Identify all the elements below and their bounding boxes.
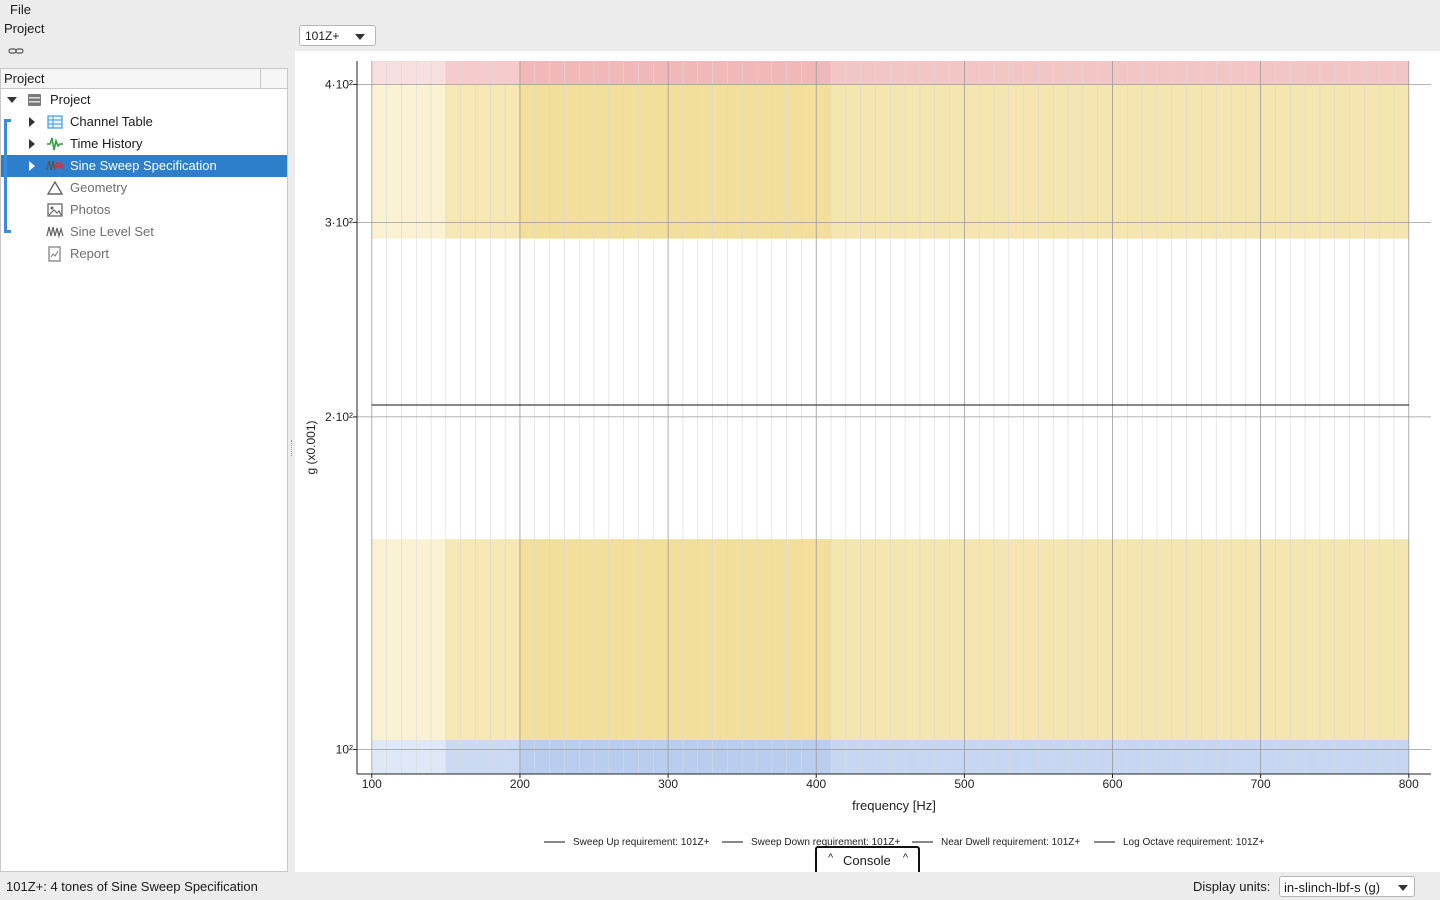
left-panel-title: Project bbox=[4, 21, 45, 36]
report-icon bbox=[46, 246, 64, 262]
tree-item-project[interactable]: Project bbox=[1, 89, 287, 111]
x-tick-label: 100 bbox=[362, 777, 382, 791]
table-icon bbox=[46, 114, 64, 130]
tolerance-band-lower-abort bbox=[831, 739, 1409, 774]
waveform-icon bbox=[46, 136, 64, 152]
x-tick-label: 500 bbox=[954, 777, 974, 791]
menu-bar: File bbox=[0, 0, 1440, 20]
project-icon bbox=[26, 92, 44, 108]
tree-item-sine-level-set[interactable]: Sine Level Set bbox=[1, 221, 287, 243]
plot-area[interactable]: 100 200 300 400 500 600 700 800 10² 2·10² 3·10² 4·1… bbox=[295, 51, 1440, 872]
tolerance-band-lower-abort bbox=[519, 739, 802, 774]
channel-dropdown[interactable]: 101Z+ bbox=[299, 25, 376, 46]
expand-right-icon[interactable] bbox=[29, 161, 35, 171]
tolerance-band-upper-abort bbox=[371, 61, 446, 85]
panel-splitter[interactable] bbox=[291, 440, 293, 456]
tree-item-label: Channel Table bbox=[70, 114, 153, 129]
tree-item-label: Geometry bbox=[70, 180, 128, 195]
tree-header: Project bbox=[1, 69, 287, 89]
x-tick-label: 300 bbox=[658, 777, 678, 791]
tree-item-time-history[interactable]: Time History bbox=[1, 133, 287, 155]
tolerance-band-lower-alarm bbox=[445, 539, 520, 740]
tolerance-band-lower-abort bbox=[445, 739, 520, 774]
tolerance-band-upper-abort bbox=[519, 61, 802, 85]
tree-item-label: Sine Sweep Specification bbox=[70, 158, 217, 173]
x-tick-label: 200 bbox=[510, 777, 530, 791]
tolerance-band-upper-alarm bbox=[519, 84, 802, 239]
display-units-label: Display units: bbox=[1193, 879, 1271, 894]
tolerance-band-lower-alarm bbox=[831, 539, 1409, 740]
tree-item-sine-sweep-specification[interactable]: Sine Sweep Specification bbox=[1, 155, 287, 177]
console-toggle-button[interactable]: ^ Console ^ bbox=[815, 846, 920, 872]
y-tick-label: 10² bbox=[336, 742, 353, 756]
tree-item-label: Sine Level Set bbox=[70, 224, 154, 239]
tree-item-label: Time History bbox=[70, 136, 143, 151]
column-separator[interactable] bbox=[260, 69, 261, 88]
status-text: 101Z+: 4 tones of Sine Sweep Specificati… bbox=[6, 879, 258, 894]
tree-item-report[interactable]: Report bbox=[1, 243, 287, 265]
y-tick-label: 3·10² bbox=[325, 215, 353, 229]
y-axis-label: g (x0.001) bbox=[304, 420, 318, 474]
console-label: Console bbox=[843, 853, 891, 868]
display-units-value: in-slinch-lbf-s (g) bbox=[1284, 880, 1381, 895]
triangle-icon bbox=[46, 180, 64, 196]
selection-bracket bbox=[4, 119, 11, 233]
tolerance-band-upper-abort bbox=[831, 61, 1409, 85]
tolerance-band-upper-alarm bbox=[445, 84, 520, 239]
tolerance-band-lower-alarm bbox=[371, 539, 446, 740]
tolerance-band-upper-abort bbox=[445, 61, 520, 85]
channel-dropdown-value: 101Z+ bbox=[305, 29, 340, 43]
x-tick-label: 400 bbox=[806, 777, 826, 791]
x-tick-label: 600 bbox=[1102, 777, 1122, 791]
expand-right-icon[interactable] bbox=[29, 139, 35, 149]
tolerance-band-upper-alarm bbox=[371, 84, 446, 239]
link-icon[interactable] bbox=[8, 46, 24, 56]
expand-right-icon[interactable] bbox=[29, 117, 35, 127]
legend-label: Sweep Up requirement: 101Z+ bbox=[573, 837, 710, 848]
y-tick-label: 4·10² bbox=[325, 77, 353, 91]
expand-down-icon[interactable] bbox=[7, 97, 17, 103]
sine-level-icon bbox=[46, 224, 64, 240]
x-axis-label: frequency [Hz] bbox=[852, 798, 936, 813]
display-units-dropdown[interactable]: in-slinch-lbf-s (g) bbox=[1279, 876, 1415, 897]
x-tick-label: 800 bbox=[1399, 777, 1419, 791]
menu-file[interactable]: File bbox=[10, 2, 31, 17]
y-tick-label: 2·10² bbox=[325, 410, 353, 424]
chevron-down-icon bbox=[355, 34, 365, 40]
legend-label: Log Octave requirement: 101Z+ bbox=[1123, 837, 1265, 848]
sine-spec-icon bbox=[46, 158, 64, 174]
tree-item-label: Project bbox=[50, 92, 91, 107]
tree-item-geometry[interactable]: Geometry bbox=[1, 177, 287, 199]
x-tick-label: 700 bbox=[1251, 777, 1271, 791]
legend-label: Near Dwell requirement: 101Z+ bbox=[941, 837, 1080, 848]
tolerance-band-lower-alarm bbox=[519, 539, 802, 740]
tree-item-label: Report bbox=[70, 246, 110, 261]
tree-header-label: Project bbox=[4, 71, 45, 86]
caret-up-icon: ^ bbox=[828, 852, 834, 864]
image-icon bbox=[46, 202, 64, 218]
tolerance-band-lower-abort bbox=[371, 739, 446, 774]
status-bar: 101Z+: 4 tones of Sine Sweep Specificati… bbox=[0, 872, 1440, 900]
tree-item-photos[interactable]: Photos bbox=[1, 199, 287, 221]
sine-spec-chart[interactable]: 100 200 300 400 500 600 700 800 10² 2·10² 3·10² 4·1… bbox=[295, 51, 1440, 872]
tolerance-band-upper-alarm bbox=[831, 84, 1409, 239]
tree-item-channel-table[interactable]: Channel Table bbox=[1, 111, 287, 133]
project-tree: Project Project Channel Table Time History… bbox=[0, 68, 288, 872]
tree-item-label: Photos bbox=[70, 202, 111, 217]
caret-up-icon: ^ bbox=[902, 852, 908, 864]
chevron-down-icon bbox=[1398, 885, 1408, 891]
